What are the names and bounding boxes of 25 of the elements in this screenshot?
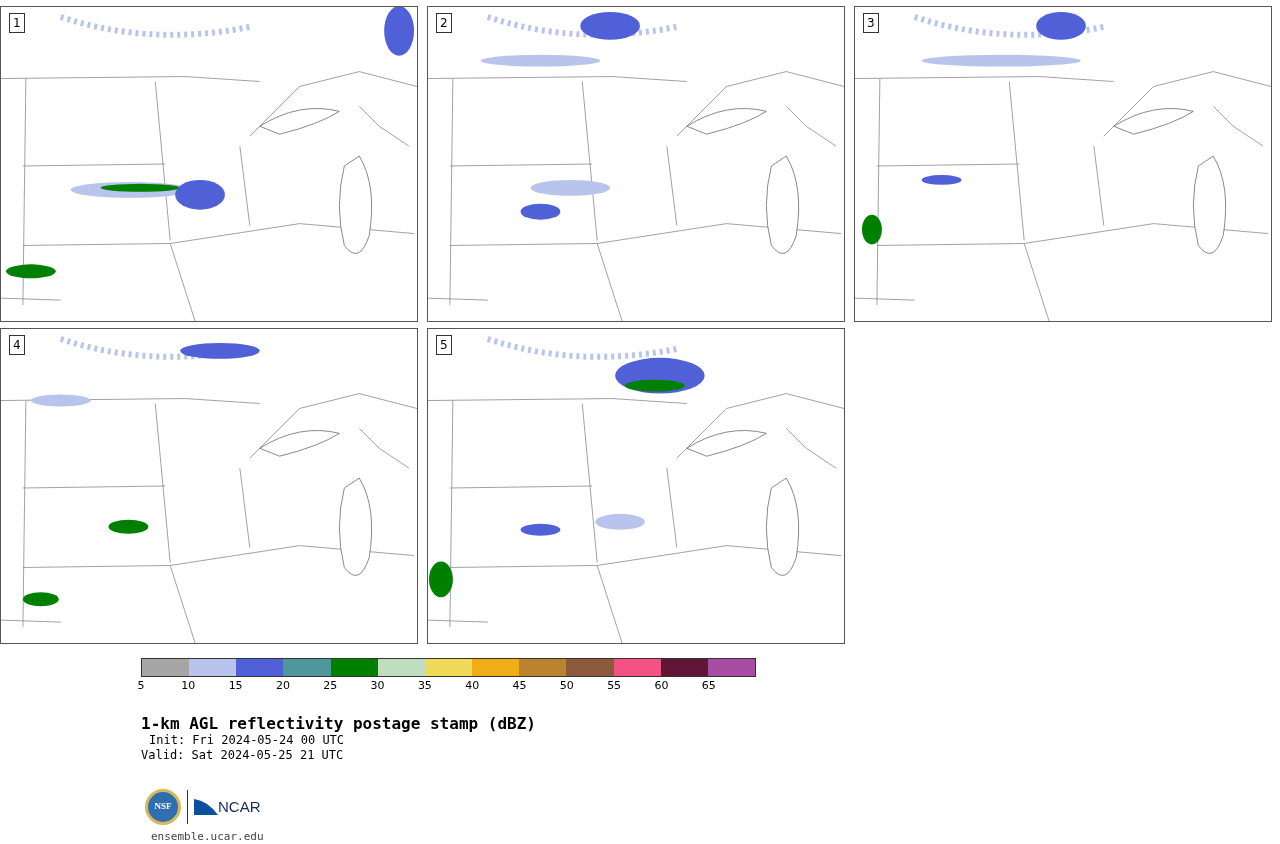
tick-label: 50	[559, 680, 574, 691]
tick-label: 35	[417, 680, 432, 691]
tick-label: 65	[701, 680, 716, 691]
site-address: ensemble.ucar.edu	[151, 829, 265, 844]
tick-label: 5	[137, 680, 145, 691]
ncar-logo: NCAR	[194, 799, 261, 815]
panel-number: 3	[863, 13, 879, 33]
panel-number: 1	[9, 13, 25, 33]
panel-number: 5	[436, 335, 452, 355]
ncar-swoosh-icon	[194, 799, 218, 815]
init-time: Init: Fri 2024-05-24 00 UTC	[148, 733, 346, 748]
tick-label: 30	[370, 680, 385, 691]
panel-number: 4	[9, 335, 25, 355]
panel-number: 2	[436, 13, 452, 33]
nsf-logo: NSF	[145, 789, 181, 825]
tick-label: 60	[654, 680, 669, 691]
tick-label: 10	[181, 680, 196, 691]
valid-time: Valid: Sat 2024-05-25 21 UTC	[141, 748, 345, 763]
tick-label: 55	[607, 680, 622, 691]
tick-label: 15	[228, 680, 243, 691]
tick-label: 25	[323, 680, 338, 691]
chart-title: 1-km AGL reflectivity postage stamp (dBZ)	[141, 715, 537, 733]
tick-label: 20	[275, 680, 290, 691]
tick-label: 40	[465, 680, 480, 691]
tick-label: 45	[512, 680, 527, 691]
